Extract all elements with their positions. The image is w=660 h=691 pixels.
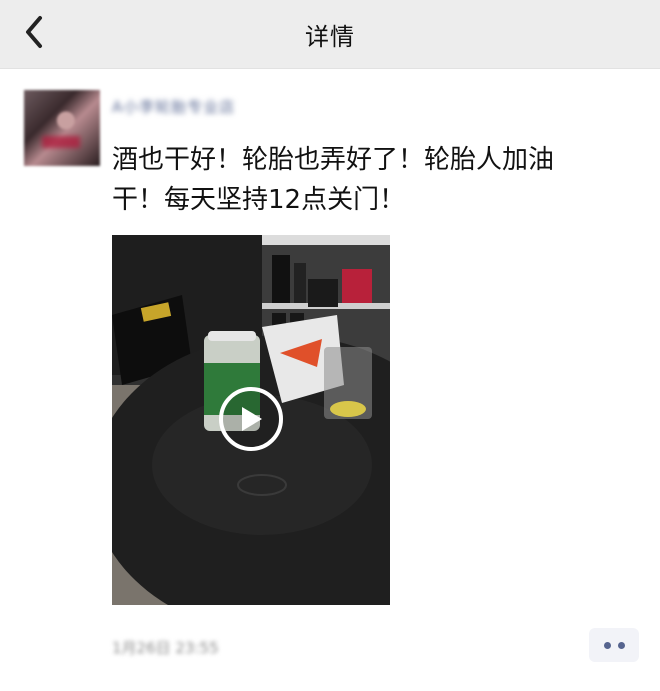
post-timestamp: 1月26日 23:55 (112, 639, 219, 657)
author-name[interactable]: A小李轮胎专业店 (112, 96, 322, 126)
more-dots-icon-dot (603, 641, 611, 649)
top-bar: 详情 (0, 0, 660, 69)
more-dots-icon-dot (617, 641, 625, 649)
post-text: 酒也干好！轮胎也弄好了！轮胎人加油 干！每天坚持12点关门！ (112, 140, 632, 220)
avatar[interactable] (24, 90, 100, 166)
post-text-line-1: 酒也干好！轮胎也弄好了！轮胎人加油 (112, 145, 555, 175)
post-text-line-2: 干！每天坚持12点关门！ (112, 185, 406, 215)
play-button[interactable] (219, 387, 283, 451)
play-icon (242, 407, 262, 431)
page-title: 详情 (305, 22, 355, 51)
more-actions-button[interactable] (589, 628, 639, 662)
